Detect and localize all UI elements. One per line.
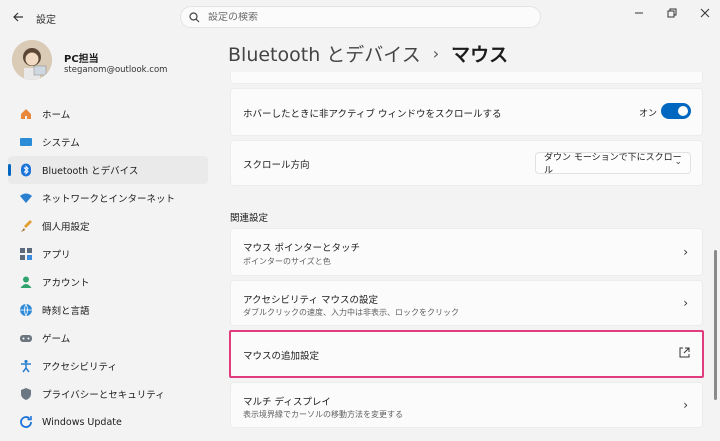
sidebar-item-privacy[interactable]: プライバシーとセキュリティ (8, 380, 208, 408)
sidebar-item-windows-update[interactable]: Windows Update (8, 408, 208, 436)
title-bar: 設定 (0, 0, 720, 34)
close-icon (700, 8, 710, 18)
sidebar-item-label: アプリ (42, 250, 71, 261)
globe-icon (18, 302, 34, 318)
search-box[interactable] (180, 6, 541, 28)
sidebar-item-label: Bluetooth とデバイス (42, 166, 139, 177)
sidebar-item-personalization[interactable]: 個人用設定 (8, 212, 208, 240)
game-icon (18, 330, 34, 346)
sidebar-item-apps[interactable]: アプリ (8, 240, 208, 268)
accessibility-icon (18, 358, 34, 374)
scroll-direction-dropdown[interactable]: ダウン モーションで下にスクロール ⌄ (535, 152, 691, 176)
toggle-knob (678, 106, 688, 116)
wifi-icon (18, 190, 34, 206)
chevron-right-icon: › (683, 296, 688, 310)
scroll-direction-value: ダウン モーションで下にスクロール (544, 153, 682, 176)
system-icon (18, 134, 34, 150)
account-icon (18, 274, 34, 290)
sidebar-item-bluetooth[interactable]: Bluetooth とデバイス (8, 156, 208, 184)
minimize-icon (635, 12, 643, 14)
related-settings-heading: 関連設定 (230, 213, 269, 224)
sidebar-item-time-language[interactable]: 時刻と言語 (8, 296, 208, 324)
sidebar-item-home[interactable]: ホーム (8, 100, 208, 128)
page-title: マウス (451, 44, 509, 66)
related-item-title: マウスの追加設定 (243, 351, 320, 362)
accessibility-mouse-card[interactable]: アクセシビリティ マウスの設定 ダブルクリックの速度、入力中は非表示、ロックをク… (230, 280, 703, 326)
shield-icon (18, 386, 34, 402)
related-item-title: アクセシビリティ マウスの設定 (243, 295, 378, 306)
app-title: 設定 (36, 15, 56, 26)
home-icon (18, 106, 34, 122)
chevron-right-icon: › (683, 398, 688, 412)
sidebar-item-label: ネットワークとインターネット (42, 194, 176, 205)
close-button[interactable] (692, 4, 718, 22)
open-external-icon (679, 347, 690, 361)
related-item-desc: 表示境界縁でカーソルの移動方法を変更する (243, 410, 403, 419)
scrollbar[interactable] (714, 250, 717, 400)
related-item-desc: ダブルクリックの速度、入力中は非表示、ロックをクリック (243, 308, 459, 317)
bluetooth-icon (18, 162, 34, 178)
user-email: steganom@outlook.com (64, 65, 168, 75)
sidebar-item-label: ゲーム (42, 334, 71, 345)
avatar[interactable] (12, 40, 52, 80)
hover-scroll-card: ホバーしたときに非アクティブ ウィンドウをスクロールする (230, 88, 703, 136)
sidebar-item-label: システム (42, 138, 80, 149)
restore-icon (667, 8, 677, 18)
chevron-down-icon: ⌄ (674, 157, 682, 167)
related-item-title: マルチ ディスプレイ (243, 397, 331, 408)
breadcrumb-parent[interactable]: Bluetooth とデバイス (228, 40, 421, 67)
minimize-button[interactable] (626, 4, 652, 22)
sidebar-item-label: アカウント (42, 278, 90, 289)
hover-scroll-toggle[interactable] (661, 103, 691, 119)
sidebar-item-label: アクセシビリティ (42, 362, 117, 373)
maximize-button[interactable] (659, 4, 685, 22)
chevron-right-icon: › (683, 245, 688, 259)
search-icon (189, 11, 200, 22)
brush-icon (18, 218, 34, 234)
sidebar-item-gaming[interactable]: ゲーム (8, 324, 208, 352)
related-item-title: マウス ポインターとタッチ (243, 243, 361, 254)
sidebar-item-accessibility[interactable]: アクセシビリティ (8, 352, 208, 380)
back-arrow-icon (13, 12, 23, 22)
back-button[interactable] (8, 7, 28, 27)
breadcrumb: Bluetooth とデバイス › マウス (228, 40, 508, 67)
multi-display-card[interactable]: マルチ ディスプレイ 表示境界縁でカーソルの移動方法を変更する › (230, 382, 703, 428)
hover-scroll-label: ホバーしたときに非アクティブ ウィンドウをスクロールする (243, 109, 502, 120)
sidebar-item-system[interactable]: システム (8, 128, 208, 156)
search-input[interactable] (208, 11, 508, 23)
sidebar-item-label: 時刻と言語 (42, 306, 90, 317)
user-name: PC担当 (64, 54, 99, 65)
sidebar-item-network[interactable]: ネットワークとインターネット (8, 184, 208, 212)
hover-scroll-state: オン (639, 109, 658, 119)
mouse-pointer-touch-card[interactable]: マウス ポインターとタッチ ポインターのサイズと色 › (230, 228, 703, 276)
sidebar-item-label: 個人用設定 (42, 222, 90, 233)
sidebar-item-accounts[interactable]: アカウント (8, 268, 208, 296)
additional-mouse-settings-card[interactable]: マウスの追加設定 (230, 331, 703, 377)
sidebar-nav: ホーム システム Bluetooth とデバイス ネットワークとインターネット … (8, 100, 208, 436)
apps-icon (18, 246, 34, 262)
related-item-desc: ポインターのサイズと色 (243, 257, 331, 266)
breadcrumb-separator: › (432, 44, 440, 63)
previous-setting-card (230, 72, 703, 84)
avatar-illustration-icon (12, 40, 52, 80)
sidebar-item-label: プライバシーとセキュリティ (42, 390, 165, 401)
sidebar-item-label: ホーム (42, 110, 71, 121)
scroll-direction-label: スクロール方向 (243, 160, 310, 171)
update-icon (18, 414, 34, 430)
sidebar-item-label: Windows Update (42, 416, 122, 428)
